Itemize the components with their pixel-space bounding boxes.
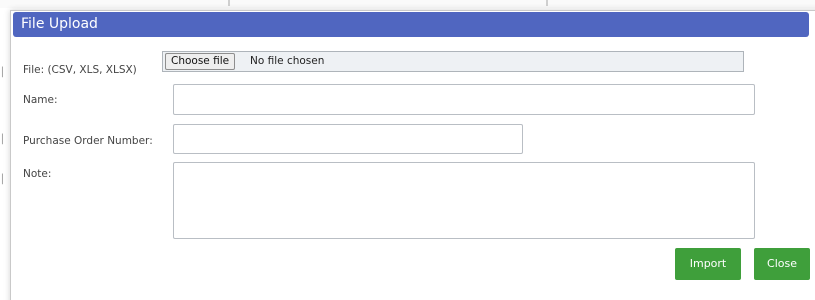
background-edge-mark: ▏ xyxy=(2,68,9,78)
note-textarea[interactable] xyxy=(173,162,755,239)
background-edge-mark: ▏ xyxy=(2,175,9,185)
file-input[interactable]: Choose file No file chosen xyxy=(162,51,744,72)
background-divider xyxy=(546,0,548,6)
dialog-title: File Upload xyxy=(21,16,98,32)
background-divider xyxy=(228,0,230,6)
close-button[interactable]: Close xyxy=(754,248,810,280)
import-button[interactable]: Import xyxy=(675,248,741,280)
page: ▏ ▏ ▏ File Upload File: (CSV, XLS, XLSX)… xyxy=(0,0,815,300)
name-input[interactable] xyxy=(173,84,755,115)
note-label: Note: xyxy=(23,168,52,180)
purchase-order-input[interactable] xyxy=(173,124,523,154)
file-label: File: (CSV, XLS, XLSX) xyxy=(23,64,137,76)
dialog-header[interactable]: File Upload xyxy=(13,12,809,37)
file-status-text: No file chosen xyxy=(250,55,325,67)
choose-file-button[interactable]: Choose file xyxy=(165,53,236,70)
background-page xyxy=(0,0,815,8)
purchase-order-label: Purchase Order Number: xyxy=(23,135,153,147)
name-label: Name: xyxy=(23,94,58,106)
background-edge-mark: ▏ xyxy=(2,135,9,145)
